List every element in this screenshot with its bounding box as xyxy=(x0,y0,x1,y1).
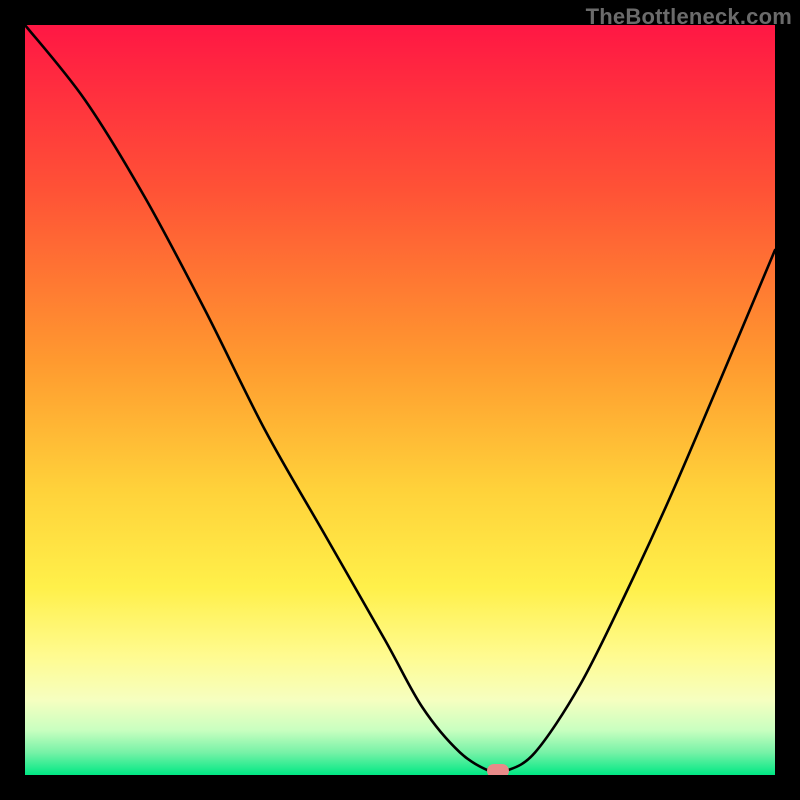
gradient-background xyxy=(25,25,775,775)
plot-area xyxy=(25,25,775,775)
watermark-text: TheBottleneck.com xyxy=(586,4,792,30)
chart-frame: TheBottleneck.com xyxy=(0,0,800,800)
